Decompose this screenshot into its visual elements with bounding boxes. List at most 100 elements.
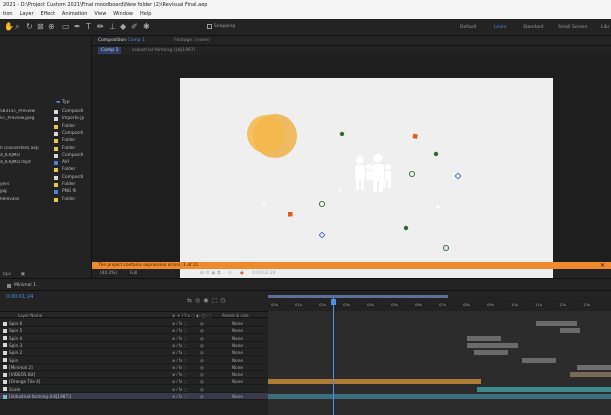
parent-dropdown[interactable]: None [232,394,243,399]
layer-duration-bar[interactable] [535,321,577,326]
layer-label-color[interactable] [3,343,7,348]
breadcrumb-comp[interactable]: Comp 1 [98,47,122,54]
eraser-tool-icon[interactable]: ◆ [120,23,126,31]
timeline-tab[interactable]: Minimal 1 [7,283,36,288]
layer-switches-icons[interactable]: ⊕ ⁄ fx ◌ [172,336,187,341]
composition-tab[interactable]: Composition Comp 1 [98,38,145,43]
workspace-learn[interactable]: Learn [494,25,507,30]
menu-item[interactable]: Effect [41,11,55,18]
label-color-swatch[interactable] [54,190,58,195]
composition-viewer[interactable] [92,55,611,285]
layer-name[interactable]: [VIDEO5 Bit] [3,372,35,377]
layer-name[interactable]: Spin 6 [3,321,22,326]
label-color-swatch[interactable] [54,168,58,173]
project-item[interactable]: jpg PNG fil [0,188,92,195]
layer-label-color[interactable] [3,321,7,326]
camera-tool-icon[interactable]: ⊠ [37,23,44,31]
layer-row[interactable]: [Orange Tile 4] ⊕ ⁄ fx ◌ ◎ None [0,378,268,386]
parent-pickwhip-icon[interactable]: ◎ [200,336,204,341]
new-composition-icon[interactable]: ▣ [21,272,25,277]
parent-dropdown[interactable]: None [232,358,243,363]
layer-switches-icons[interactable]: ⊕ ⁄ fx ◌ [172,358,187,363]
grid-toggle-icon[interactable]: ⊞⊡▣⧉ [200,271,222,276]
parent-pickwhip-icon[interactable]: ◎ [200,343,204,348]
layer-label-color[interactable] [3,379,7,384]
layer-duration-bar[interactable] [559,328,581,334]
layer-label-color[interactable] [3,336,7,341]
project-item[interactable]: Relevans Folder [0,196,92,203]
layer-row[interactable]: Spin ⊕ ⁄ fx ◌ ◎ None [0,357,268,364]
parent-pickwhip-icon[interactable]: ◎ [200,372,204,377]
menu-item[interactable]: Help [140,11,151,18]
layer-row[interactable]: Scale ⊕ ⁄ fx ◌ ◎ [0,386,268,393]
layer-name[interactable]: Scale [3,387,20,392]
menu-item[interactable]: Layer [20,11,34,18]
layer-row[interactable]: [industrial-farming-(LKJ1987)] ⊕ ⁄ fx ◌ ◎ N… [0,393,268,400]
layer-duration-bar[interactable] [576,364,611,370]
label-color-swatch[interactable] [54,197,58,202]
layer-label-color[interactable] [3,394,7,399]
layer-duration-bar[interactable] [268,379,481,385]
pen-tool-icon[interactable]: ✒ [74,23,81,31]
parent-dropdown[interactable]: None [232,365,243,370]
composition-canvas[interactable] [180,78,553,285]
label-color-swatch[interactable] [54,175,58,180]
workspace-standard[interactable]: Standard [523,25,543,30]
layer-duration-bar[interactable] [477,386,611,392]
project-item[interactable]: Folder [0,166,92,173]
menu-item[interactable]: tion [3,11,13,18]
expression-warning-bar[interactable]: The project contains expression errors: … [92,262,611,269]
layer-row[interactable]: Spin 4 ⊕ ⁄ fx ◌ ◎ None [0,335,268,342]
project-item[interactable]: Folder [0,123,92,130]
layer-name[interactable]: Spin 4 [3,336,22,341]
label-column-icon[interactable]: ▬ [56,100,60,105]
parent-pickwhip-icon[interactable]: ◎ [200,321,204,326]
project-item[interactable]: 5831ST_Preview Compositi [0,108,92,115]
zoom-dropdown[interactable]: (44.2%) [100,271,117,276]
layer-label-color[interactable] [3,387,7,392]
time-ruler[interactable]: 00s 01s 02s 03s 04s 05s 06s 07s 08s 09s 10s 11s 12s 1… [268,291,611,311]
layer-duration-bar[interactable] [466,342,519,348]
layer-name[interactable]: [Minimal 2] [3,365,33,370]
layer-switches-icons[interactable]: ⊕ ⁄ fx ◌ [172,379,187,384]
project-item[interactable]: d_ILRJMD.mp4 AVI [0,159,92,166]
label-color-swatch[interactable] [54,161,58,166]
layer-duration-bar[interactable] [569,372,611,378]
layer-switches-icons[interactable]: ⊕ ⁄ fx ◌ [172,321,187,326]
parent-pickwhip-icon[interactable]: ◎ [200,394,204,399]
label-color-swatch[interactable] [54,131,58,136]
brush-tool-icon[interactable]: ✏ [97,23,104,31]
parent-dropdown[interactable]: None [232,350,243,355]
layer-row[interactable]: [VIDEO5 Bit] ⊕ ⁄ fx ◌ ◎ None [0,371,268,379]
type-tool-icon[interactable]: T [86,23,91,31]
parent-pickwhip-icon[interactable]: ◎ [200,350,204,355]
puppet-tool-icon[interactable]: ✱ [143,23,150,31]
label-color-swatch[interactable] [54,183,58,187]
snapping-toggle[interactable]: Snapping [207,24,235,29]
parent-dropdown[interactable]: None [232,321,243,326]
layer-name[interactable]: Spin 3 [3,343,22,348]
layer-row[interactable]: [Minimal 2] ⊕ ⁄ fx ◌ ◎ None [0,364,268,371]
project-item[interactable]: ti (converted).aep Folder [0,145,92,152]
menu-item[interactable]: Window [113,11,133,18]
shape-tool-icon[interactable]: ▭ [62,23,70,31]
parent-dropdown[interactable]: None [232,372,243,377]
menu-item[interactable]: Animation [62,11,88,18]
label-color-swatch[interactable] [54,117,58,122]
layer-switches-icons[interactable]: ⊕ ⁄ fx ◌ [172,328,187,333]
rotate-tool-icon[interactable]: ↻ [26,23,33,31]
project-item[interactable]: yers Folder [0,181,92,188]
layer-switches-icons[interactable]: ⊕ ⁄ fx ◌ [172,365,187,370]
layer-duration-bar[interactable] [466,335,502,341]
close-icon[interactable]: ✕ [600,262,605,269]
layer-row[interactable]: Spin 2 ⊕ ⁄ fx ◌ ◎ None [0,349,268,357]
timecode-display[interactable]: 0:00:02:24 [252,271,275,276]
parent-dropdown[interactable]: None [232,379,243,384]
layer-switches-icons[interactable]: ⊕ ⁄ fx ◌ [172,372,187,377]
layer-switches-icons[interactable]: ⊕ ⁄ fx ◌ [172,387,187,392]
roto-brush-tool-icon[interactable]: ✐ [131,23,138,31]
layer-row[interactable]: Spin 3 ⊕ ⁄ fx ◌ ◎ None [0,342,268,349]
project-item[interactable]: Folder [0,137,92,144]
layer-duration-bar[interactable] [473,350,509,356]
zoom-tool-icon[interactable]: ⌕ [15,23,19,31]
